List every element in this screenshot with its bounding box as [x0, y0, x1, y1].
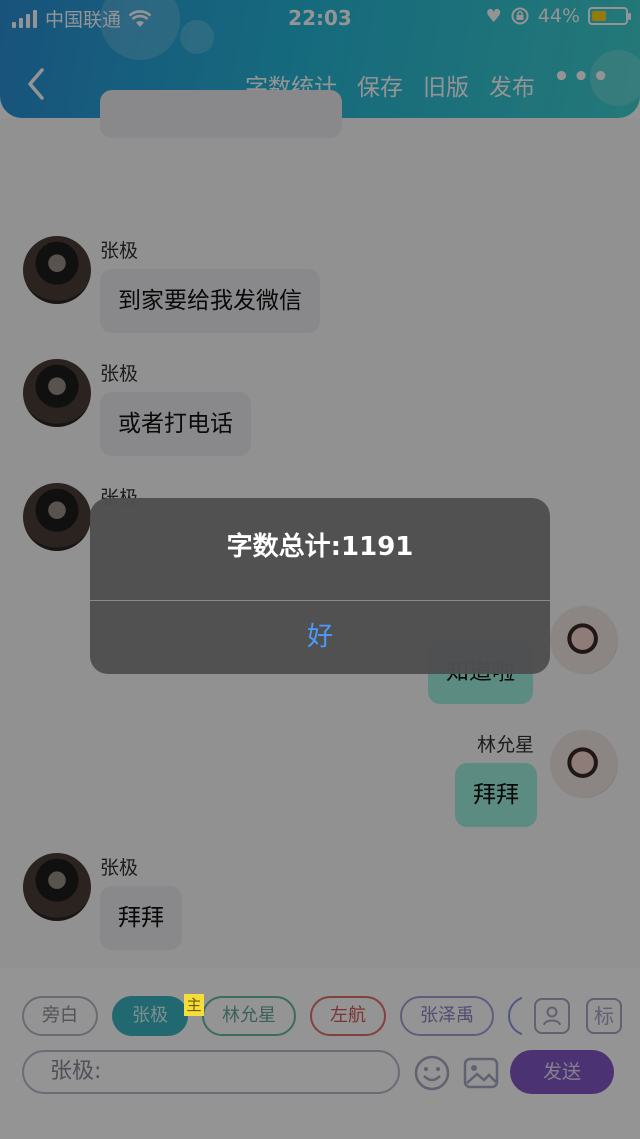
word-count-alert: 字数总计:1191 好 [90, 498, 550, 674]
alert-ok-button[interactable]: 好 [90, 601, 550, 674]
host-badge: 主 [184, 994, 204, 1016]
alert-title: 字数总计:1191 [226, 532, 414, 562]
